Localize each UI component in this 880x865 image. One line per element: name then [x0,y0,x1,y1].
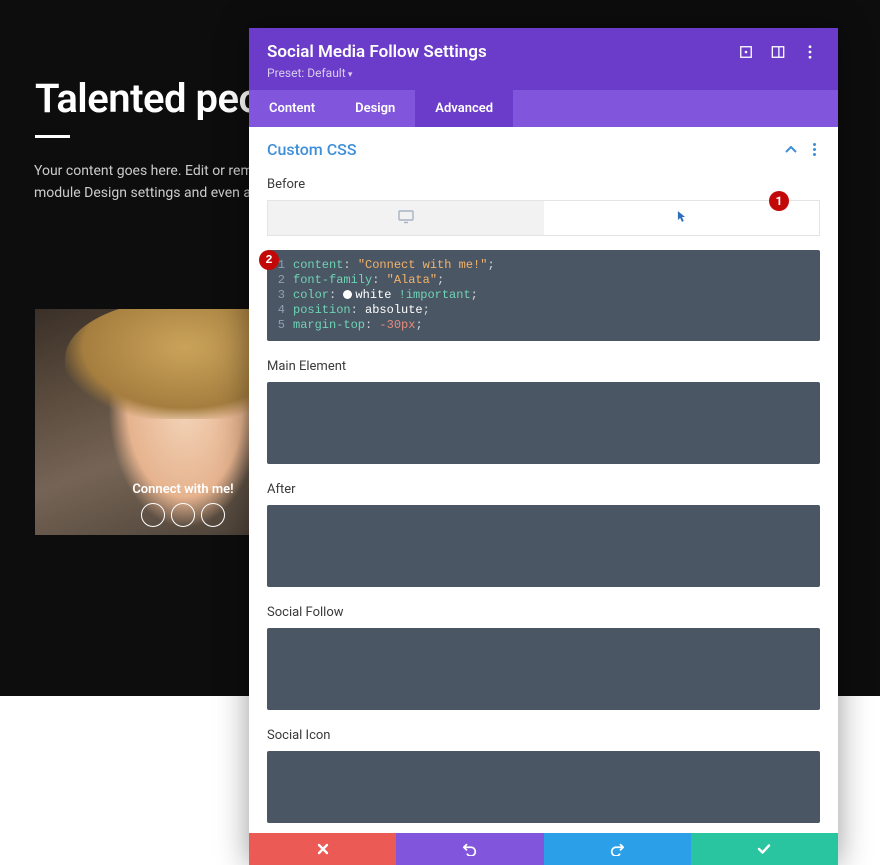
tab-design[interactable]: Design [335,90,415,127]
desktop-icon [398,209,414,228]
undo-button[interactable] [396,833,543,865]
css-editor-after[interactable] [267,505,820,587]
field-label-after: After [267,482,820,497]
more-menu-icon[interactable] [802,44,818,60]
modal-header: Social Media Follow Settings Preset: Def… [249,28,838,90]
page-title: Talented peo [35,75,261,122]
code-line: 5margin-top: -30px; [267,318,820,333]
title-underline [35,135,70,138]
field-label-social-follow: Social Follow [267,605,820,620]
social-circle-icon[interactable] [141,503,165,527]
callout-badge-1: 1 [769,191,789,211]
css-editor-social-follow[interactable] [267,628,820,710]
tab-advanced[interactable]: Advanced [415,90,513,127]
cursor-icon [677,210,686,227]
code-line: 2font-family: "Alata"; [267,273,820,288]
section-header-custom-css[interactable]: Custom CSS [249,127,838,169]
social-circle-icon[interactable] [171,503,195,527]
responsive-tabs: 1 [267,200,820,236]
settings-modal: Social Media Follow Settings Preset: Def… [249,28,838,865]
css-editor-social-icon[interactable] [267,751,820,823]
code-line: 4position: absolute; [267,303,820,318]
code-line: 1content: "Connect with me!"; [267,258,820,273]
tab-content[interactable]: Content [249,90,335,127]
responsive-tab-desktop[interactable] [268,201,544,235]
modal-title: Social Media Follow Settings [267,42,738,62]
field-label-before: Before [267,177,820,192]
social-icon-row [35,503,331,527]
redo-button[interactable] [544,833,691,865]
preset-dropdown[interactable]: Preset: Default [267,66,820,90]
callout-badge-2: 2 [259,250,279,270]
collapse-icon[interactable] [784,143,798,157]
css-editor-before[interactable]: 2 1content: "Connect with me!";2font-fam… [267,250,820,341]
section-more-icon[interactable] [808,143,820,156]
connect-label: Connect with me! [35,482,331,497]
expand-icon[interactable] [738,44,754,60]
code-line: 3color: white !important; [267,288,820,303]
cancel-button[interactable] [249,833,396,865]
section-title: Custom CSS [267,140,784,159]
panel-body: Custom CSS Before 1 [249,127,838,833]
paragraph-line: Your content goes here. Edit or remove [34,163,275,179]
social-circle-icon[interactable] [201,503,225,527]
save-button[interactable] [691,833,838,865]
field-label-main-element: Main Element [267,359,820,374]
field-label-social-icon: Social Icon [267,728,820,743]
css-editor-main-element[interactable] [267,382,820,464]
paragraph-line: module Design settings and even appl [34,185,270,201]
panel-icon[interactable] [770,44,786,60]
modal-footer [249,833,838,865]
modal-tabs: Content Design Advanced [249,90,838,127]
